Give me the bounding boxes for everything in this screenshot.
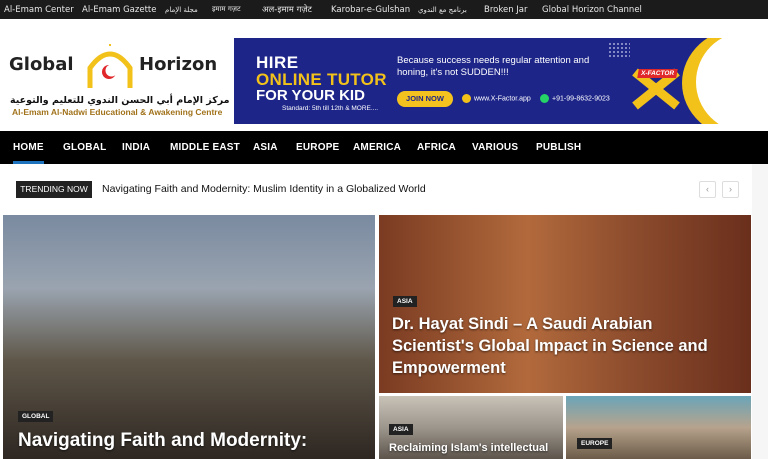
toplink-global-horizon-channel[interactable]: Global Horizon Channel [542, 5, 642, 15]
toplink-karobar-e-gulshan[interactable]: Karobar-e-Gulshan [331, 5, 410, 15]
trending-prev-button[interactable]: ‹ [699, 181, 716, 198]
nav-middle-east[interactable]: MIDDLE EAST [170, 131, 240, 164]
logo-arabic-tagline: مركز الإمام أبي الحسن الندوي للتعليم وال… [10, 95, 230, 106]
featured-card-europe[interactable]: EUROPE [566, 396, 751, 459]
nav-various[interactable]: VARIOUS [472, 131, 518, 164]
nav-publish[interactable]: PUBLISH [536, 131, 581, 164]
toplink-al-emam-center[interactable]: Al-Emam Center [4, 5, 74, 15]
toplink-hindi-gazette[interactable]: इमाम गज़ट [212, 5, 241, 14]
trending-now-label: TRENDING NOW [16, 181, 92, 198]
join-now-button[interactable]: JOIN NOW [397, 91, 453, 107]
ad-website-text: www.X-Factor.app [474, 95, 531, 103]
chevron-right-icon: › [729, 184, 732, 194]
logo-word-global: Global [9, 54, 74, 75]
category-badge-asia[interactable]: ASIA [393, 296, 417, 307]
nav-america[interactable]: AMERICA [353, 131, 401, 164]
card-title-navigating-faith[interactable]: Navigating Faith and Modernity: [18, 429, 368, 453]
site-logo[interactable]: Global Horizon مركز الإمام أبي الحسن الن… [8, 44, 230, 120]
nav-home[interactable]: HOME [13, 131, 44, 164]
ad-message: Because success needs regular attention … [397, 55, 590, 78]
nav-global[interactable]: GLOBAL [63, 131, 106, 164]
x-factor-brand: X-FACTOR [637, 69, 678, 78]
toplink-arabic-magazine[interactable]: مجلة الإمام [165, 6, 198, 14]
ad-phone-text: +91-99-8632-9023 [552, 95, 610, 103]
page-scrollbar[interactable] [752, 164, 768, 459]
toplink-broken-jar[interactable]: Broken Jar [484, 5, 528, 15]
card-title-hayat-sindi[interactable]: Dr. Hayat Sindi – A Saudi Arabian Scient… [392, 313, 732, 379]
tutor-ad-banner[interactable]: HIRE ONLINE TUTOR FOR YOUR KID Standard:… [234, 38, 744, 124]
chevron-left-icon: ‹ [706, 184, 709, 194]
top-bar: Al-Emam Center Al-Emam Gazette مجلة الإم… [0, 0, 768, 19]
logo-english-tagline: Al-Emam Al-Nadwi Educational & Awakening… [12, 107, 223, 117]
nav-europe[interactable]: EUROPE [296, 131, 339, 164]
ad-website: www.X-Factor.app [462, 94, 531, 103]
featured-card-hayat-sindi[interactable]: ASIA Dr. Hayat Sindi – A Saudi Arabian S… [379, 215, 751, 393]
toplink-nadwi-program[interactable]: برنامج مع الندوي [418, 6, 467, 14]
whatsapp-icon [540, 94, 549, 103]
mosque-dome-icon [87, 44, 133, 88]
ad-phone: +91-99-8632-9023 [540, 94, 610, 103]
card-title-reclaiming-islam[interactable]: Reclaiming Islam's intellectual [389, 441, 559, 455]
nav-africa[interactable]: AFRICA [417, 131, 456, 164]
main-nav: HOME GLOBAL INDIA MIDDLE EAST ASIA EUROP… [0, 131, 768, 164]
logo-word-horizon: Horizon [139, 54, 218, 75]
featured-card-global[interactable]: GLOBAL Navigating Faith and Modernity: [3, 215, 375, 459]
nav-asia[interactable]: ASIA [253, 131, 278, 164]
toplink-al-emam-gazette[interactable]: Al-Emam Gazette [82, 5, 156, 15]
ad-standard-note: Standard: 5th till 12th & MORE.... [282, 105, 379, 112]
globe-icon [462, 94, 471, 103]
trending-headline-link[interactable]: Navigating Faith and Modernity: Muslim I… [102, 183, 426, 195]
category-badge-asia-2[interactable]: ASIA [389, 424, 413, 435]
ad-line-for-your-kid: FOR YOUR KID [256, 87, 365, 104]
toplink-al-imam-gazette[interactable]: अल-इमाम गज़ेट [262, 4, 312, 15]
featured-card-reclaiming-islam[interactable]: ASIA Reclaiming Islam's intellectual [379, 396, 563, 459]
trending-next-button[interactable]: › [722, 181, 739, 198]
category-badge-global[interactable]: GLOBAL [18, 411, 54, 422]
category-badge-europe[interactable]: EUROPE [577, 438, 613, 449]
nav-india[interactable]: INDIA [122, 131, 150, 164]
